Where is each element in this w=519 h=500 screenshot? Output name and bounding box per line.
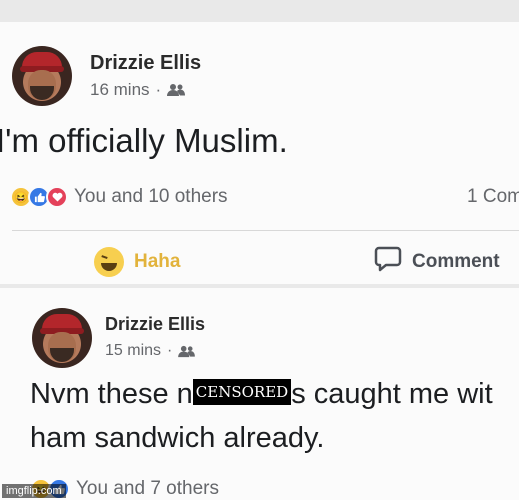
friends-icon bbox=[178, 345, 196, 358]
haha-button[interactable]: Haha bbox=[94, 247, 180, 277]
haha-icon bbox=[94, 247, 124, 277]
comments-count[interactable]: 1 Com bbox=[467, 186, 519, 208]
avatar[interactable] bbox=[12, 46, 72, 106]
censored-label: CENSORED bbox=[192, 379, 292, 406]
post-text-after: s caught me wit bbox=[291, 378, 493, 410]
action-bar: Haha Comment bbox=[0, 244, 519, 280]
post-card: Drizzie Ellis 16 mins · I'm officially M… bbox=[0, 22, 519, 284]
divider bbox=[12, 230, 519, 231]
reactions-summary[interactable]: 😆 You and 7 others bbox=[30, 478, 519, 500]
separator: · bbox=[155, 80, 162, 99]
post-text-line1: Nvm these n CENSORED s caught me wit bbox=[30, 378, 493, 411]
post-meta: 16 mins · bbox=[90, 80, 186, 100]
post-card: Drizzie Ellis 15 mins · Nvm these n CENSO… bbox=[0, 288, 519, 500]
post-text-before: Nvm these n bbox=[30, 378, 193, 410]
love-icon bbox=[46, 186, 68, 208]
post-time[interactable]: 16 mins bbox=[90, 80, 150, 100]
post-text-line2: ham sandwich already. bbox=[30, 422, 325, 454]
comment-label: Comment bbox=[412, 251, 500, 272]
haha-label: Haha bbox=[134, 251, 181, 272]
post-time[interactable]: 15 mins bbox=[105, 342, 161, 360]
reactions-text[interactable]: You and 7 others bbox=[76, 478, 219, 500]
reaction-icons: 😆 bbox=[10, 186, 68, 208]
author-name[interactable]: Drizzie Ellis bbox=[105, 314, 205, 335]
post-meta: 15 mins · bbox=[105, 342, 196, 360]
separator: · bbox=[167, 342, 173, 359]
comment-icon bbox=[374, 246, 402, 278]
reactions-text[interactable]: You and 10 others bbox=[74, 186, 228, 208]
author-name[interactable]: Drizzie Ellis bbox=[90, 52, 201, 75]
post-text: I'm officially Muslim. bbox=[0, 122, 288, 159]
reactions-summary[interactable]: 😆 You and 10 others 1 Com bbox=[10, 186, 519, 208]
comment-button[interactable]: Comment bbox=[374, 246, 500, 278]
friends-icon bbox=[167, 83, 186, 97]
watermark: imgflip.com bbox=[2, 484, 66, 498]
avatar[interactable] bbox=[32, 308, 92, 368]
